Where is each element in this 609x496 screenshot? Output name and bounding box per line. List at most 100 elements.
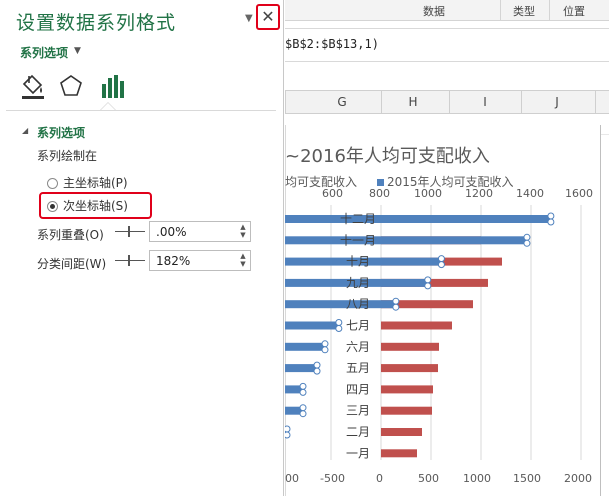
slider-thumb[interactable] <box>128 226 130 237</box>
active-tab-indicator <box>100 102 116 110</box>
legend-item-series2[interactable]: 2015年人均可支配收入 <box>377 173 514 190</box>
bar-handle[interactable] <box>547 218 555 226</box>
primary-axis-radio[interactable]: 主坐标轴(P) <box>47 174 128 192</box>
column-header-g[interactable]: G <box>332 95 352 109</box>
category-label: 四月 <box>346 382 370 396</box>
slider-track <box>115 231 145 232</box>
bar-handle[interactable] <box>285 431 291 439</box>
series-overlap-value[interactable]: .00% <box>156 225 187 239</box>
spin-arrows-icon[interactable]: ▲ ▼ <box>239 223 247 240</box>
format-data-series-pane[interactable]: 设置数据系列格式 ▼ ✕ 系列选项 ▼ ◢ 系列选项 系列绘制在 主坐标轴(P)… <box>0 0 284 496</box>
effects-pentagon-icon[interactable] <box>58 72 84 100</box>
bar-primary-1[interactable] <box>381 449 417 458</box>
chart-plot-area[interactable]: 一月 二月 三月 四月 五月 六月 七月 八月 九月 十月 十一月 十二月 <box>285 205 599 465</box>
ribbon-group-type[interactable]: 类型 <box>513 3 535 19</box>
bar-handle[interactable] <box>523 233 531 241</box>
category-label: 二月 <box>346 425 370 439</box>
category-label: 五月 <box>346 361 370 375</box>
bar-primary-2[interactable] <box>381 428 422 436</box>
bar-handle[interactable] <box>299 410 307 418</box>
close-button[interactable]: ✕ <box>256 4 280 30</box>
category-label: 十月 <box>346 255 370 269</box>
series-overlap-slider[interactable] <box>115 225 145 239</box>
bottom-axis-tick: 1500 <box>513 472 541 485</box>
bar-primary-4[interactable] <box>381 385 433 394</box>
slider-thumb[interactable] <box>128 255 130 266</box>
series-options-dropdown[interactable]: 系列选项 <box>20 44 68 61</box>
secondary-axis-radio[interactable]: 次坐标轴(S) <box>47 197 128 215</box>
column-header-j[interactable]: J <box>547 95 567 109</box>
bar-primary-7[interactable] <box>381 321 452 330</box>
slider-track <box>115 260 145 261</box>
bar-handle[interactable] <box>321 346 329 354</box>
bottom-axis-tick: -500 <box>320 472 345 485</box>
formula-text[interactable]: $B$2:$B$13,1) <box>285 37 379 51</box>
radio-checked-icon[interactable] <box>47 201 58 212</box>
bar-handle[interactable] <box>299 382 307 390</box>
secondary-axis-label: 次坐标轴(S) <box>63 199 128 213</box>
bar-secondary-stub[interactable] <box>285 364 317 373</box>
bar-handle[interactable] <box>285 425 291 433</box>
primary-axis-label: 主坐标轴(P) <box>63 176 128 190</box>
column-header-row: G H I J <box>285 90 609 114</box>
bar-handle[interactable] <box>392 303 400 311</box>
legend-label: 2015年人均可支配收入 <box>387 175 514 189</box>
bar-handle[interactable] <box>547 212 555 220</box>
bar-secondary-8[interactable] <box>285 300 396 309</box>
bar-handle[interactable] <box>392 297 400 305</box>
bar-secondary-7[interactable] <box>285 321 339 330</box>
bar-handle[interactable] <box>424 282 432 290</box>
bottom-axis-tick: 2000 <box>564 472 592 485</box>
gap-width-value[interactable]: 182% <box>156 254 190 268</box>
bar-handle[interactable] <box>437 261 445 269</box>
ribbon-group-data[interactable]: 数据 <box>423 3 445 19</box>
bar-handle[interactable] <box>313 361 321 369</box>
top-axis-tick: 600 <box>322 187 343 200</box>
category-label: 六月 <box>346 340 370 354</box>
section-collapse-icon[interactable]: ◢ <box>22 126 28 135</box>
category-label: 十一月 <box>340 233 376 247</box>
bar-primary-6[interactable] <box>381 342 439 351</box>
bar-secondary-12[interactable] <box>285 215 551 223</box>
bar-secondary-stub[interactable] <box>285 342 325 351</box>
column-divider <box>449 91 450 113</box>
gap-width-label: 分类间距(W) <box>37 257 107 271</box>
chevron-down-icon[interactable]: ▼ <box>74 46 81 56</box>
category-label: 一月 <box>346 446 370 460</box>
legend-item-series1[interactable]: 均可支配收入 <box>285 173 357 190</box>
bar-handle[interactable] <box>321 340 329 348</box>
spin-arrows-icon[interactable]: ▲ ▼ <box>239 252 247 269</box>
bar-primary-5[interactable] <box>381 364 438 373</box>
bar-handle[interactable] <box>437 255 445 263</box>
bar-handle[interactable] <box>523 239 531 247</box>
radio-unchecked-icon[interactable] <box>47 178 58 189</box>
gap-width-slider[interactable] <box>115 254 145 268</box>
column-divider <box>285 91 286 113</box>
top-axis-tick: 1400 <box>516 187 544 200</box>
bar-primary-3[interactable] <box>381 406 432 415</box>
bar-handle[interactable] <box>424 276 432 284</box>
category-label: 三月 <box>346 404 370 418</box>
bar-handle[interactable] <box>335 319 343 326</box>
pane-options-dropdown-icon[interactable]: ▼ <box>245 13 253 24</box>
section-series-options[interactable]: 系列选项 <box>37 124 85 141</box>
series-overlap-input[interactable]: .00% ▲ ▼ <box>149 221 251 242</box>
bar-handle[interactable] <box>313 367 321 375</box>
tabs-divider <box>6 110 276 111</box>
bar-secondary-11[interactable] <box>285 236 527 245</box>
column-header-h[interactable]: H <box>403 95 423 109</box>
gap-width-input[interactable]: 182% ▲ ▼ <box>149 250 251 271</box>
bar-handle[interactable] <box>299 388 307 396</box>
ribbon-group-location[interactable]: 位置 <box>563 3 585 19</box>
bar-handle[interactable] <box>299 404 307 412</box>
column-divider <box>381 91 382 113</box>
bar-handle[interactable] <box>335 325 343 332</box>
fill-line-icon[interactable] <box>20 72 46 100</box>
top-axis-tick: 1600 <box>565 187 593 200</box>
column-header-i[interactable]: I <box>475 95 495 109</box>
formula-bar[interactable]: $B$2:$B$13,1) <box>285 28 609 62</box>
series-options-chart-icon[interactable] <box>99 72 125 100</box>
chart-title[interactable]: ~2016年人均可支配收入 <box>285 142 490 168</box>
bottom-axis-tick: 00 <box>285 472 299 485</box>
top-axis-tick: 1000 <box>414 187 442 200</box>
